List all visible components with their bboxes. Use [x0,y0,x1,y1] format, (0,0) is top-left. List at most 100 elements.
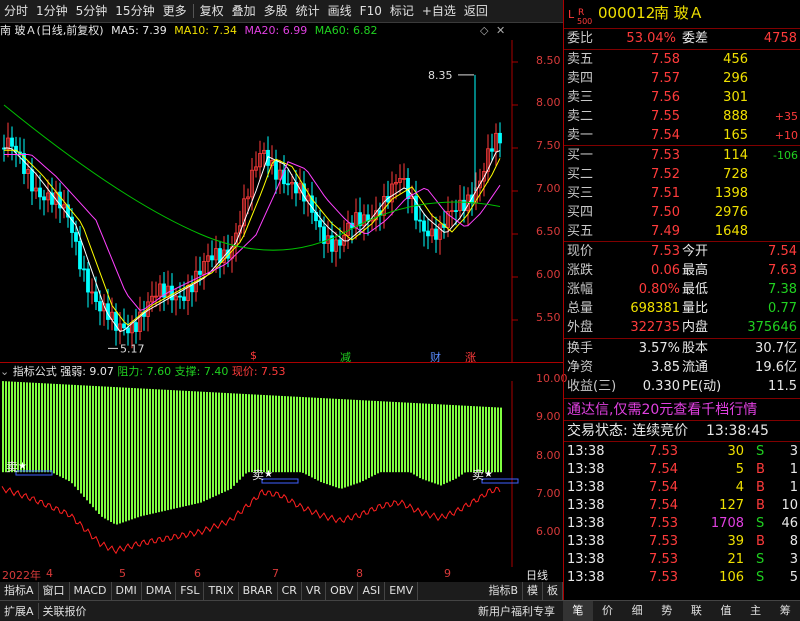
expand-a-button[interactable]: 扩展A [0,603,38,619]
indicator-name[interactable]: 指标公式 [13,365,57,378]
indicator-bar [23,382,25,473]
tab-board[interactable]: 板 [543,582,563,600]
adjust-button[interactable]: 复权 [196,0,228,22]
tick-time: 13:38 [567,462,605,477]
indicator-bar [302,397,304,473]
fundamental-value: 3.85 [651,360,680,375]
tab-cr[interactable]: CR [278,582,302,600]
stat-label: 涨跌 [567,263,594,278]
indicator-header: ⌄ 指标公式 强弱: 9.07 阻力: 7.60 支撑: 7.40 现价: 7.… [0,363,512,381]
fundamental-label: 股本 [682,341,709,356]
strength-value: 强弱: 9.07 [60,365,114,378]
tab-window[interactable]: 窗口 [39,582,70,600]
tick-volume: 30 [727,444,744,459]
indicator-bar [140,388,142,517]
level-change: +35 [774,110,798,123]
tab-fsl[interactable]: FSL [176,582,205,600]
indicator-bar [71,384,73,484]
tab-price[interactable]: 价 [593,601,623,621]
f10-button[interactable]: F10 [356,0,386,22]
tab-chips[interactable]: 筹 [770,601,800,621]
tab-1min[interactable]: 1分钟 [32,0,72,22]
indicator-bar [488,406,490,473]
trade-time: 13:38:45 [706,423,769,439]
indicator-bar [230,393,232,489]
multi-stock-button[interactable]: 多股 [260,0,292,22]
tab-indicator-b[interactable]: 指标B [484,582,523,600]
period-label[interactable]: 日线 [526,567,548,583]
indicator-bar [296,396,298,473]
tab-macd[interactable]: MACD [70,582,112,600]
tab-trend[interactable]: 势 [652,601,682,621]
tick-count: 10 [781,498,798,513]
indicator-bar [365,400,367,480]
tab-asi[interactable]: ASI [358,582,386,600]
tab-dma[interactable]: DMA [142,582,177,600]
order-book-row: 卖四 7.57 296 [564,70,800,88]
level-volume: 296 [723,71,748,86]
candle-body [98,301,102,312]
indicator-bar [41,383,43,473]
tick-row: 13:38 7.53 21 S 3 [564,551,800,569]
level-price: 7.55 [651,109,680,124]
more-menu[interactable]: 更多 [159,0,191,22]
promo-text[interactable]: 通达信,仅需20元查看千档行情 [567,401,757,419]
indicator-bar [257,394,259,473]
draw-line-button[interactable]: 画线 [324,0,356,22]
tab-tick[interactable]: 笔 [563,601,593,621]
indicator-bar [158,389,160,513]
stat-value: 0.06 [651,263,680,278]
chart-close-icon[interactable]: ✕ [496,24,505,37]
stat-label: 今开 [682,244,709,259]
tab-dmi[interactable]: DMI [112,582,142,600]
indicator-bar [308,397,310,476]
indicator-bar [137,388,139,518]
tab-linked[interactable]: 联 [682,601,712,621]
tab-main[interactable]: 主 [741,601,771,621]
tab-emv[interactable]: EMV [385,582,419,600]
indicator-bar [482,406,484,473]
indicator-bar [359,400,361,483]
indicator-bar [419,403,421,479]
tab-obv[interactable]: OBV [326,582,359,600]
back-button[interactable]: 返回 [460,0,492,22]
trade-status-row: 交易状态: 连续竞价 13:38:45 [564,422,800,440]
level-price: 7.50 [651,205,680,220]
level2-promo[interactable]: 通达信,仅需20元查看千档行情 [564,401,800,419]
tab-intraday[interactable]: 分时 [0,0,32,22]
indicator-bar [290,396,292,473]
tab-template[interactable]: 模 [523,582,543,600]
event-marker[interactable]: $ [250,349,257,362]
candle-body [86,268,90,293]
add-watchlist-button[interactable]: +自选 [418,0,460,22]
tab-detail[interactable]: 细 [622,601,652,621]
indicator-bar [248,394,250,473]
tick-volume: 5 [735,462,744,477]
overlay-button[interactable]: 叠加 [228,0,260,22]
tab-5min[interactable]: 5分钟 [72,0,112,22]
candlestick-chart[interactable]: 8.35 5.17 [0,40,563,362]
tab-value[interactable]: 值 [711,601,741,621]
tab-vr[interactable]: VR [302,582,327,600]
indicator-bar [317,397,319,481]
related-quote-button[interactable]: 关联报价 [37,603,91,619]
tab-trix[interactable]: TRIX [204,582,239,600]
price-line [1,486,501,555]
mark-button[interactable]: 标记 [386,0,418,22]
tick-price: 7.53 [649,534,678,549]
order-book-row: 买五 7.49 1648 [564,223,800,241]
chart-settings-icon[interactable]: ◇ [480,24,488,37]
new-user-promo[interactable]: 新用户福利专享 [478,603,555,619]
indicator-toggle-icon[interactable]: ⌄ [0,365,9,378]
indicator-bar [476,406,478,473]
level-price: 7.49 [651,224,680,239]
tab-15min[interactable]: 15分钟 [111,0,158,22]
fundamental-label: 流通 [682,360,709,375]
tab-indicator-a[interactable]: 指标A [0,582,39,600]
level-volume: 114 [723,148,748,163]
tab-brar[interactable]: BRAR [239,582,278,600]
candle-body [38,187,42,198]
statistics-button[interactable]: 统计 [292,0,324,22]
indicator-bar [479,406,481,473]
indicator-bar [422,403,424,480]
